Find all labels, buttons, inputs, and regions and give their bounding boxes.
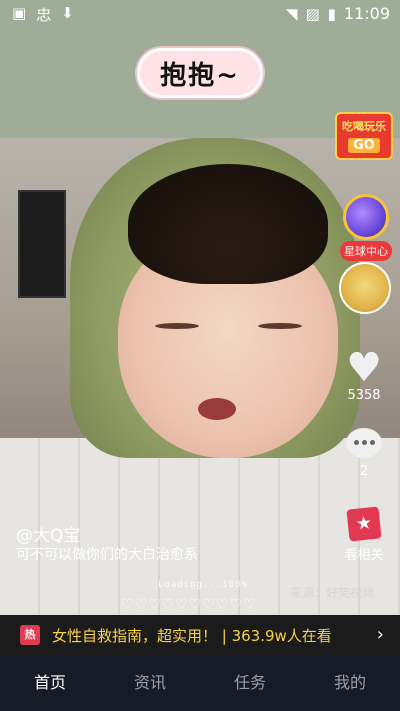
hot-news-banner[interactable]: 热 女性自救指南，超实用！ | 363.9w人在看 › bbox=[0, 615, 400, 655]
status-bar: ▣ 忠 ⬇ ◥ ▨ ▮ 11:09 bbox=[0, 0, 400, 28]
heart-icon: ♥ bbox=[346, 345, 382, 391]
planet-icon bbox=[343, 194, 389, 240]
child-hair bbox=[128, 164, 328, 284]
nav-me[interactable]: 我的 bbox=[300, 655, 400, 711]
star-icon: ★ bbox=[346, 506, 382, 542]
hot-badge: 热 bbox=[20, 625, 40, 645]
tv-in-background bbox=[18, 190, 66, 298]
comment-icon bbox=[346, 428, 382, 458]
battery-icon: ▮ bbox=[327, 4, 336, 23]
hot-news-text: 女性自救指南，超实用！ | 363.9w人在看 bbox=[52, 626, 332, 645]
planet-center-button[interactable]: 星球中心 bbox=[337, 194, 395, 261]
nav-news[interactable]: 资讯 bbox=[100, 655, 200, 711]
comment-button[interactable]: 2 bbox=[334, 428, 394, 479]
right-eye bbox=[258, 323, 302, 329]
nav-home[interactable]: 首页 bbox=[0, 655, 100, 711]
promo-title: 吃喝玩乐 bbox=[342, 120, 386, 133]
comment-count: 2 bbox=[359, 464, 369, 479]
mouth bbox=[198, 398, 236, 420]
video-caption: 可不可以做你们的大白治愈系 bbox=[16, 547, 198, 563]
app-notification-icon: ▣ bbox=[12, 4, 27, 22]
sticker-text: 抱抱~ bbox=[160, 60, 240, 91]
wifi-icon: ◥ bbox=[285, 4, 298, 23]
author-handle[interactable]: @大Q宝 bbox=[16, 521, 80, 546]
related-label: 看相关 bbox=[344, 548, 384, 563]
chevron-right-icon: › bbox=[376, 624, 384, 645]
planet-label: 星球中心 bbox=[340, 241, 392, 261]
sticker-title: 抱抱~ bbox=[137, 48, 263, 98]
no-sim-icon: ▨ bbox=[305, 4, 320, 23]
loading-text: Loading...100% bbox=[158, 580, 248, 590]
download-icon: ⬇ bbox=[61, 4, 74, 22]
bottom-nav: 首页 资讯 任务 我的 bbox=[0, 655, 400, 711]
author-avatar[interactable] bbox=[339, 262, 391, 314]
hearts-row: ♡♡♡♡♡♡♡♡♡♡ bbox=[121, 597, 257, 613]
left-eye bbox=[155, 323, 199, 329]
like-button[interactable]: ♥ 5358 bbox=[334, 348, 394, 403]
nav-tasks[interactable]: 任务 bbox=[200, 655, 300, 711]
promo-badge[interactable]: 吃喝玩乐 GO bbox=[335, 112, 393, 160]
status-time: 11:09 bbox=[343, 4, 390, 23]
source-watermark: 来源：好笑视频 bbox=[290, 586, 375, 600]
promo-go-button: GO bbox=[348, 138, 380, 153]
like-count: 5358 bbox=[347, 388, 381, 403]
status-icon-1: 忠 bbox=[36, 6, 52, 24]
related-button[interactable]: ★ 看相关 bbox=[334, 506, 394, 563]
